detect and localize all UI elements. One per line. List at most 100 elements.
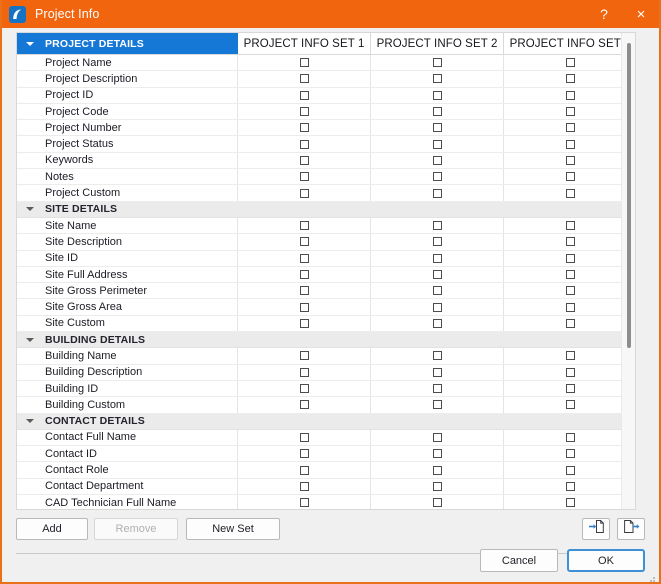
add-button[interactable]: Add [16,518,88,540]
checkbox[interactable] [433,254,442,263]
checkbox[interactable] [566,466,575,475]
checkbox-cell[interactable] [504,120,636,135]
table-row[interactable]: Project Status [17,136,636,152]
checkbox-cell[interactable] [371,446,504,461]
checkbox-cell[interactable] [238,495,371,510]
checkbox-cell[interactable] [238,348,371,363]
resize-grip[interactable] [646,570,656,580]
checkbox[interactable] [433,74,442,83]
checkbox[interactable] [300,351,309,360]
checkbox-cell[interactable] [371,299,504,314]
table-row[interactable]: Project Name [17,55,636,71]
checkbox-cell[interactable] [371,55,504,70]
checkbox[interactable] [300,466,309,475]
table-row[interactable]: Notes [17,169,636,185]
checkbox[interactable] [433,384,442,393]
checkbox-cell[interactable] [504,104,636,119]
checkbox-cell[interactable] [371,136,504,151]
checkbox[interactable] [566,91,575,100]
table-row[interactable]: Site Custom [17,316,636,332]
checkbox[interactable] [300,123,309,132]
checkbox[interactable] [433,237,442,246]
checkbox[interactable] [300,270,309,279]
checkbox[interactable] [300,221,309,230]
checkbox-cell[interactable] [504,381,636,396]
checkbox-cell[interactable] [238,299,371,314]
checkbox-cell[interactable] [504,430,636,445]
checkbox-cell[interactable] [504,218,636,233]
table-row[interactable]: Project Custom [17,185,636,201]
checkbox[interactable] [300,172,309,181]
checkbox-cell[interactable] [504,348,636,363]
checkbox[interactable] [566,74,575,83]
checkbox[interactable] [566,189,575,198]
scrollbar-thumb[interactable] [627,43,631,348]
checkbox-cell[interactable] [238,283,371,298]
checkbox-cell[interactable] [371,267,504,282]
checkbox[interactable] [433,172,442,181]
table-row[interactable]: Site Gross Area [17,299,636,315]
checkbox[interactable] [433,286,442,295]
checkbox[interactable] [566,140,575,149]
table-row[interactable]: Building Custom [17,397,636,413]
table-row[interactable]: Building Name [17,348,636,364]
checkbox[interactable] [433,189,442,198]
table-row[interactable]: Building Description [17,365,636,381]
checkbox[interactable] [433,107,442,116]
checkbox-cell[interactable] [504,88,636,103]
checkbox-cell[interactable] [238,71,371,86]
checkbox[interactable] [433,400,442,409]
group-header-row[interactable]: SITE DETAILS [17,202,636,218]
checkbox-cell[interactable] [238,397,371,412]
table-row[interactable]: Site Full Address [17,267,636,283]
checkbox-cell[interactable] [371,462,504,477]
checkbox[interactable] [433,270,442,279]
checkbox-cell[interactable] [238,446,371,461]
ok-button[interactable]: OK [567,549,645,572]
checkbox[interactable] [566,368,575,377]
checkbox[interactable] [566,58,575,67]
checkbox-cell[interactable] [371,251,504,266]
checkbox[interactable] [566,482,575,491]
checkbox[interactable] [433,303,442,312]
checkbox[interactable] [300,107,309,116]
group-label-cell[interactable]: PROJECT DETAILS [17,33,238,54]
checkbox[interactable] [300,498,309,507]
table-row[interactable]: Project ID [17,88,636,104]
checkbox-cell[interactable] [504,446,636,461]
table-row[interactable]: Project Description [17,71,636,87]
checkbox-cell[interactable] [504,185,636,200]
checkbox-cell[interactable] [504,283,636,298]
checkbox-cell[interactable] [371,365,504,380]
checkbox-cell[interactable] [504,55,636,70]
checkbox[interactable] [433,140,442,149]
checkbox-cell[interactable] [371,316,504,331]
table-row[interactable]: Contact ID [17,446,636,462]
checkbox[interactable] [433,156,442,165]
checkbox[interactable] [433,58,442,67]
checkbox[interactable] [300,433,309,442]
checkbox[interactable] [566,498,575,507]
checkbox[interactable] [566,449,575,458]
checkbox-cell[interactable] [238,104,371,119]
checkbox[interactable] [566,237,575,246]
checkbox-cell[interactable] [371,71,504,86]
table-row[interactable]: Keywords [17,153,636,169]
table-row[interactable]: Site Name [17,218,636,234]
checkbox-cell[interactable] [238,234,371,249]
checkbox-cell[interactable] [371,348,504,363]
checkbox-cell[interactable] [504,316,636,331]
checkbox[interactable] [566,319,575,328]
checkbox[interactable] [300,254,309,263]
checkbox[interactable] [300,319,309,328]
checkbox[interactable] [566,286,575,295]
checkbox[interactable] [433,433,442,442]
checkbox[interactable] [566,433,575,442]
checkbox-cell[interactable] [504,71,636,86]
checkbox[interactable] [300,482,309,491]
checkbox[interactable] [433,351,442,360]
checkbox-cell[interactable] [371,120,504,135]
checkbox[interactable] [566,400,575,409]
checkbox-cell[interactable] [371,234,504,249]
checkbox-cell[interactable] [371,153,504,168]
